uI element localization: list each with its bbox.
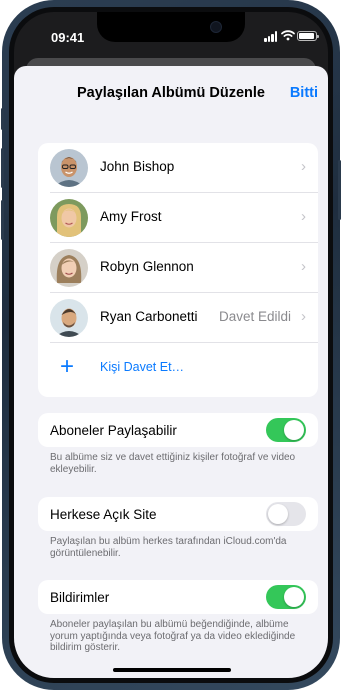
screen: 09:41 Paylaşılan Albümü Düzenle Bitti Jo… <box>14 12 328 678</box>
person-name: Amy Frost <box>100 209 162 224</box>
home-indicator[interactable] <box>113 668 231 672</box>
volume-down-button <box>1 200 4 240</box>
people-list: John Bishop › Amy Frost › Robyn Glennon … <box>38 143 318 397</box>
avatar <box>50 199 88 237</box>
invite-person-button[interactable]: + Kişi Davet Et… <box>38 343 318 397</box>
person-row-ryan-carbonetti[interactable]: Ryan Carbonetti Davet Edildi › <box>38 293 318 343</box>
mute-switch <box>1 108 4 130</box>
subscribers-can-post-setting: Aboneler Paylaşabilir <box>38 413 318 447</box>
public-website-setting: Herkese Açık Site <box>38 497 318 531</box>
setting-label: Aboneler Paylaşabilir <box>50 423 177 438</box>
notifications-toggle[interactable] <box>266 585 306 609</box>
invite-person-label: Kişi Davet Et… <box>100 360 185 374</box>
signal-icon <box>264 31 278 42</box>
person-row-amy-frost[interactable]: Amy Frost › <box>38 193 318 243</box>
chevron-right-icon: › <box>301 308 306 325</box>
plus-icon: + <box>60 353 75 380</box>
person-row-john-bishop[interactable]: John Bishop › <box>38 143 318 193</box>
subscribers-can-post-toggle[interactable] <box>266 418 306 442</box>
status-time: 09:41 <box>51 30 85 45</box>
setting-footer: Bu albüme siz ve davet ettiğiniz kişiler… <box>50 452 296 475</box>
setting-label: Bildirimler <box>50 590 110 605</box>
notch <box>97 12 245 42</box>
person-row-robyn-glennon[interactable]: Robyn Glennon › <box>38 243 318 293</box>
person-name: Ryan Carbonetti <box>100 309 198 324</box>
page-title: Paylaşılan Albümü Düzenle <box>76 85 265 101</box>
setting-label: Herkese Açık Site <box>50 507 157 522</box>
chevron-right-icon: › <box>301 258 306 275</box>
public-website-toggle[interactable] <box>266 502 306 526</box>
wifi-icon <box>281 30 295 41</box>
setting-footer: Paylaşılan bu albüm herkes tarafından iC… <box>50 536 287 559</box>
edit-shared-album-sheet: Paylaşılan Albümü Düzenle Bitti John Bis… <box>14 66 328 678</box>
notifications-setting: Bildirimler <box>38 580 318 614</box>
status-bar: 09:41 <box>14 12 328 56</box>
battery-icon <box>297 31 319 41</box>
done-button[interactable]: Bitti <box>290 85 318 101</box>
iphone-device: 09:41 Paylaşılan Albümü Düzenle Bitti Jo… <box>0 0 342 691</box>
chevron-right-icon: › <box>301 208 306 225</box>
avatar <box>50 149 88 187</box>
avatar <box>50 299 88 337</box>
person-name: John Bishop <box>100 159 175 174</box>
side-button <box>338 160 341 220</box>
camera-icon <box>210 21 222 33</box>
avatar <box>50 249 88 287</box>
invitation-status: Davet Edildi <box>218 309 291 324</box>
setting-footer: Aboneler paylaşılan bu albümü beğendiğin… <box>50 619 296 653</box>
volume-up-button <box>1 148 4 188</box>
chevron-right-icon: › <box>301 158 306 175</box>
person-name: Robyn Glennon <box>100 259 194 274</box>
